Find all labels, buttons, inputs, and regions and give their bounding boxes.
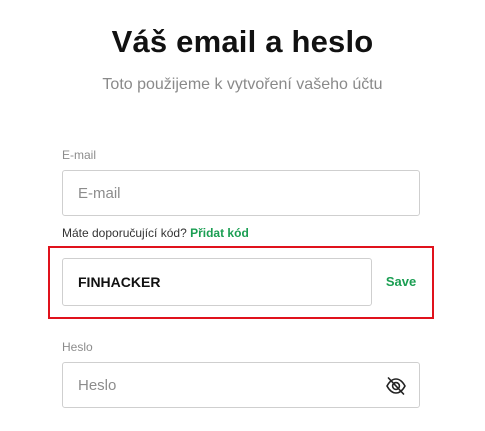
referral-code-input[interactable] <box>63 259 371 305</box>
page-title: Váš email a heslo <box>111 24 374 59</box>
referral-code-container <box>62 258 372 306</box>
save-code-button[interactable]: Save <box>380 271 422 293</box>
email-label: E-mail <box>62 148 97 162</box>
password-input[interactable] <box>63 363 419 407</box>
add-code-link[interactable]: Přidat kód <box>190 226 249 240</box>
signup-form: Váš email a heslo Toto použijeme k vytvo… <box>0 0 485 431</box>
page-subtitle: Toto použijeme k vytvoření vašeho účtu <box>102 76 383 93</box>
email-field-container <box>62 170 420 216</box>
password-field-container <box>62 362 420 408</box>
referral-question: Máte doporučující kód? <box>62 226 187 240</box>
email-input[interactable] <box>63 171 419 215</box>
password-label: Heslo <box>62 340 93 354</box>
referral-prompt: Máte doporučující kód? Přidat kód <box>62 226 249 240</box>
eye-slash-icon[interactable] <box>385 376 407 396</box>
